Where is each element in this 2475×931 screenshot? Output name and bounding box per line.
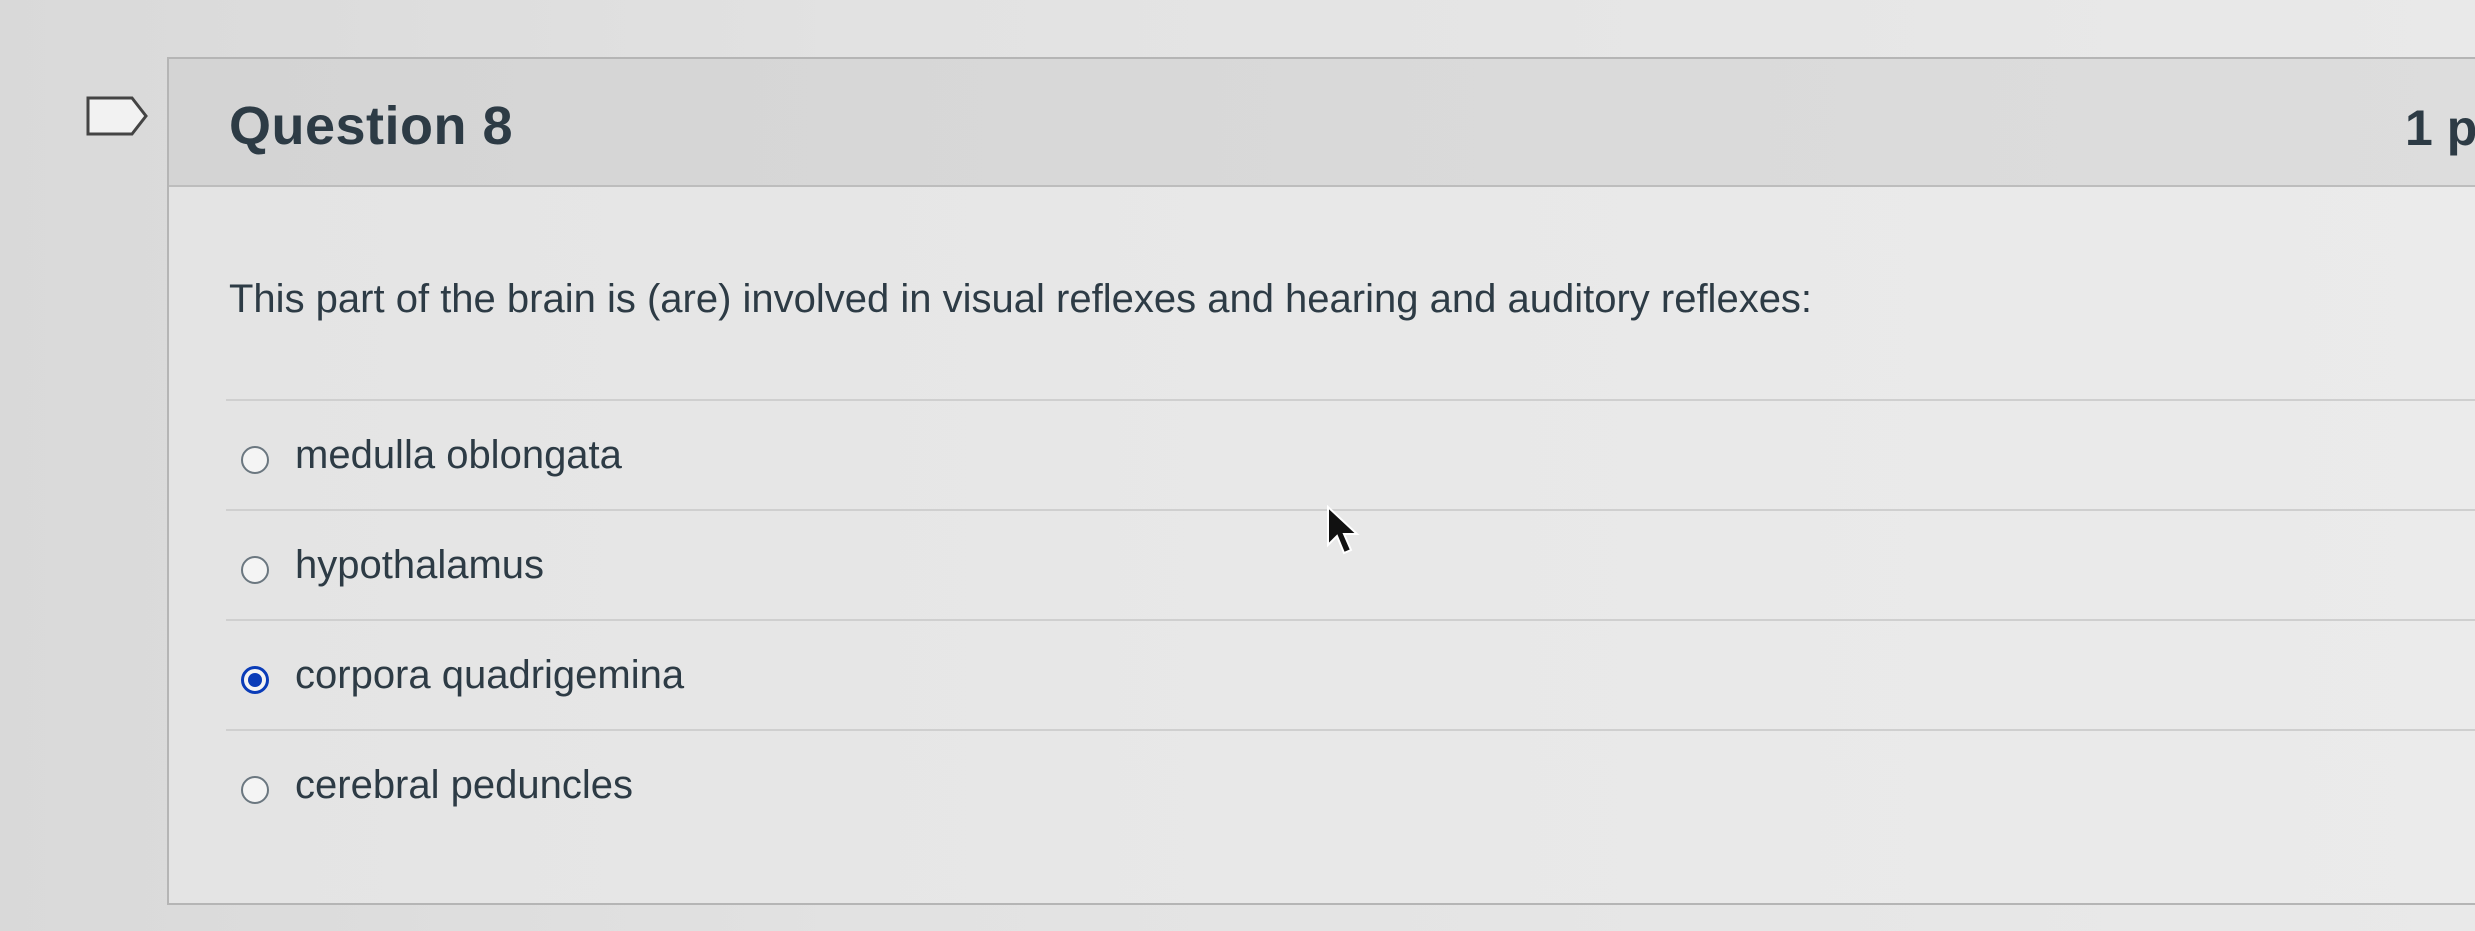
answer-label: cerebral peduncles [295,763,633,807]
question-title: Question 8 [229,96,514,156]
radio-button[interactable] [241,556,269,584]
question-card: Question 8 1 pt This part of the brain i… [167,57,2475,905]
answer-label: hypothalamus [295,543,545,587]
radio-button-selected[interactable] [241,666,269,694]
answer-label: corpora quadrigemina [295,653,685,697]
question-header: Question 8 1 pt [169,59,2475,187]
question-text: This part of the brain is (are) involved… [229,277,1813,321]
flag-question-icon[interactable] [86,96,150,136]
question-points: 1 pt [2405,100,2475,156]
quiz-screen: Question 8 1 pt This part of the brain i… [0,0,2475,931]
radio-button[interactable] [241,446,269,474]
answer-option[interactable]: corpora quadrigemina [226,619,2475,729]
answer-option[interactable]: cerebral peduncles [226,729,2475,839]
answer-option[interactable]: medulla oblongata [226,399,2475,509]
mouse-pointer-icon [1327,505,1360,555]
answer-label: medulla oblongata [295,433,622,477]
radio-button[interactable] [241,776,269,804]
answer-list: medulla oblongata hypothalamus corpora q… [226,399,2475,839]
